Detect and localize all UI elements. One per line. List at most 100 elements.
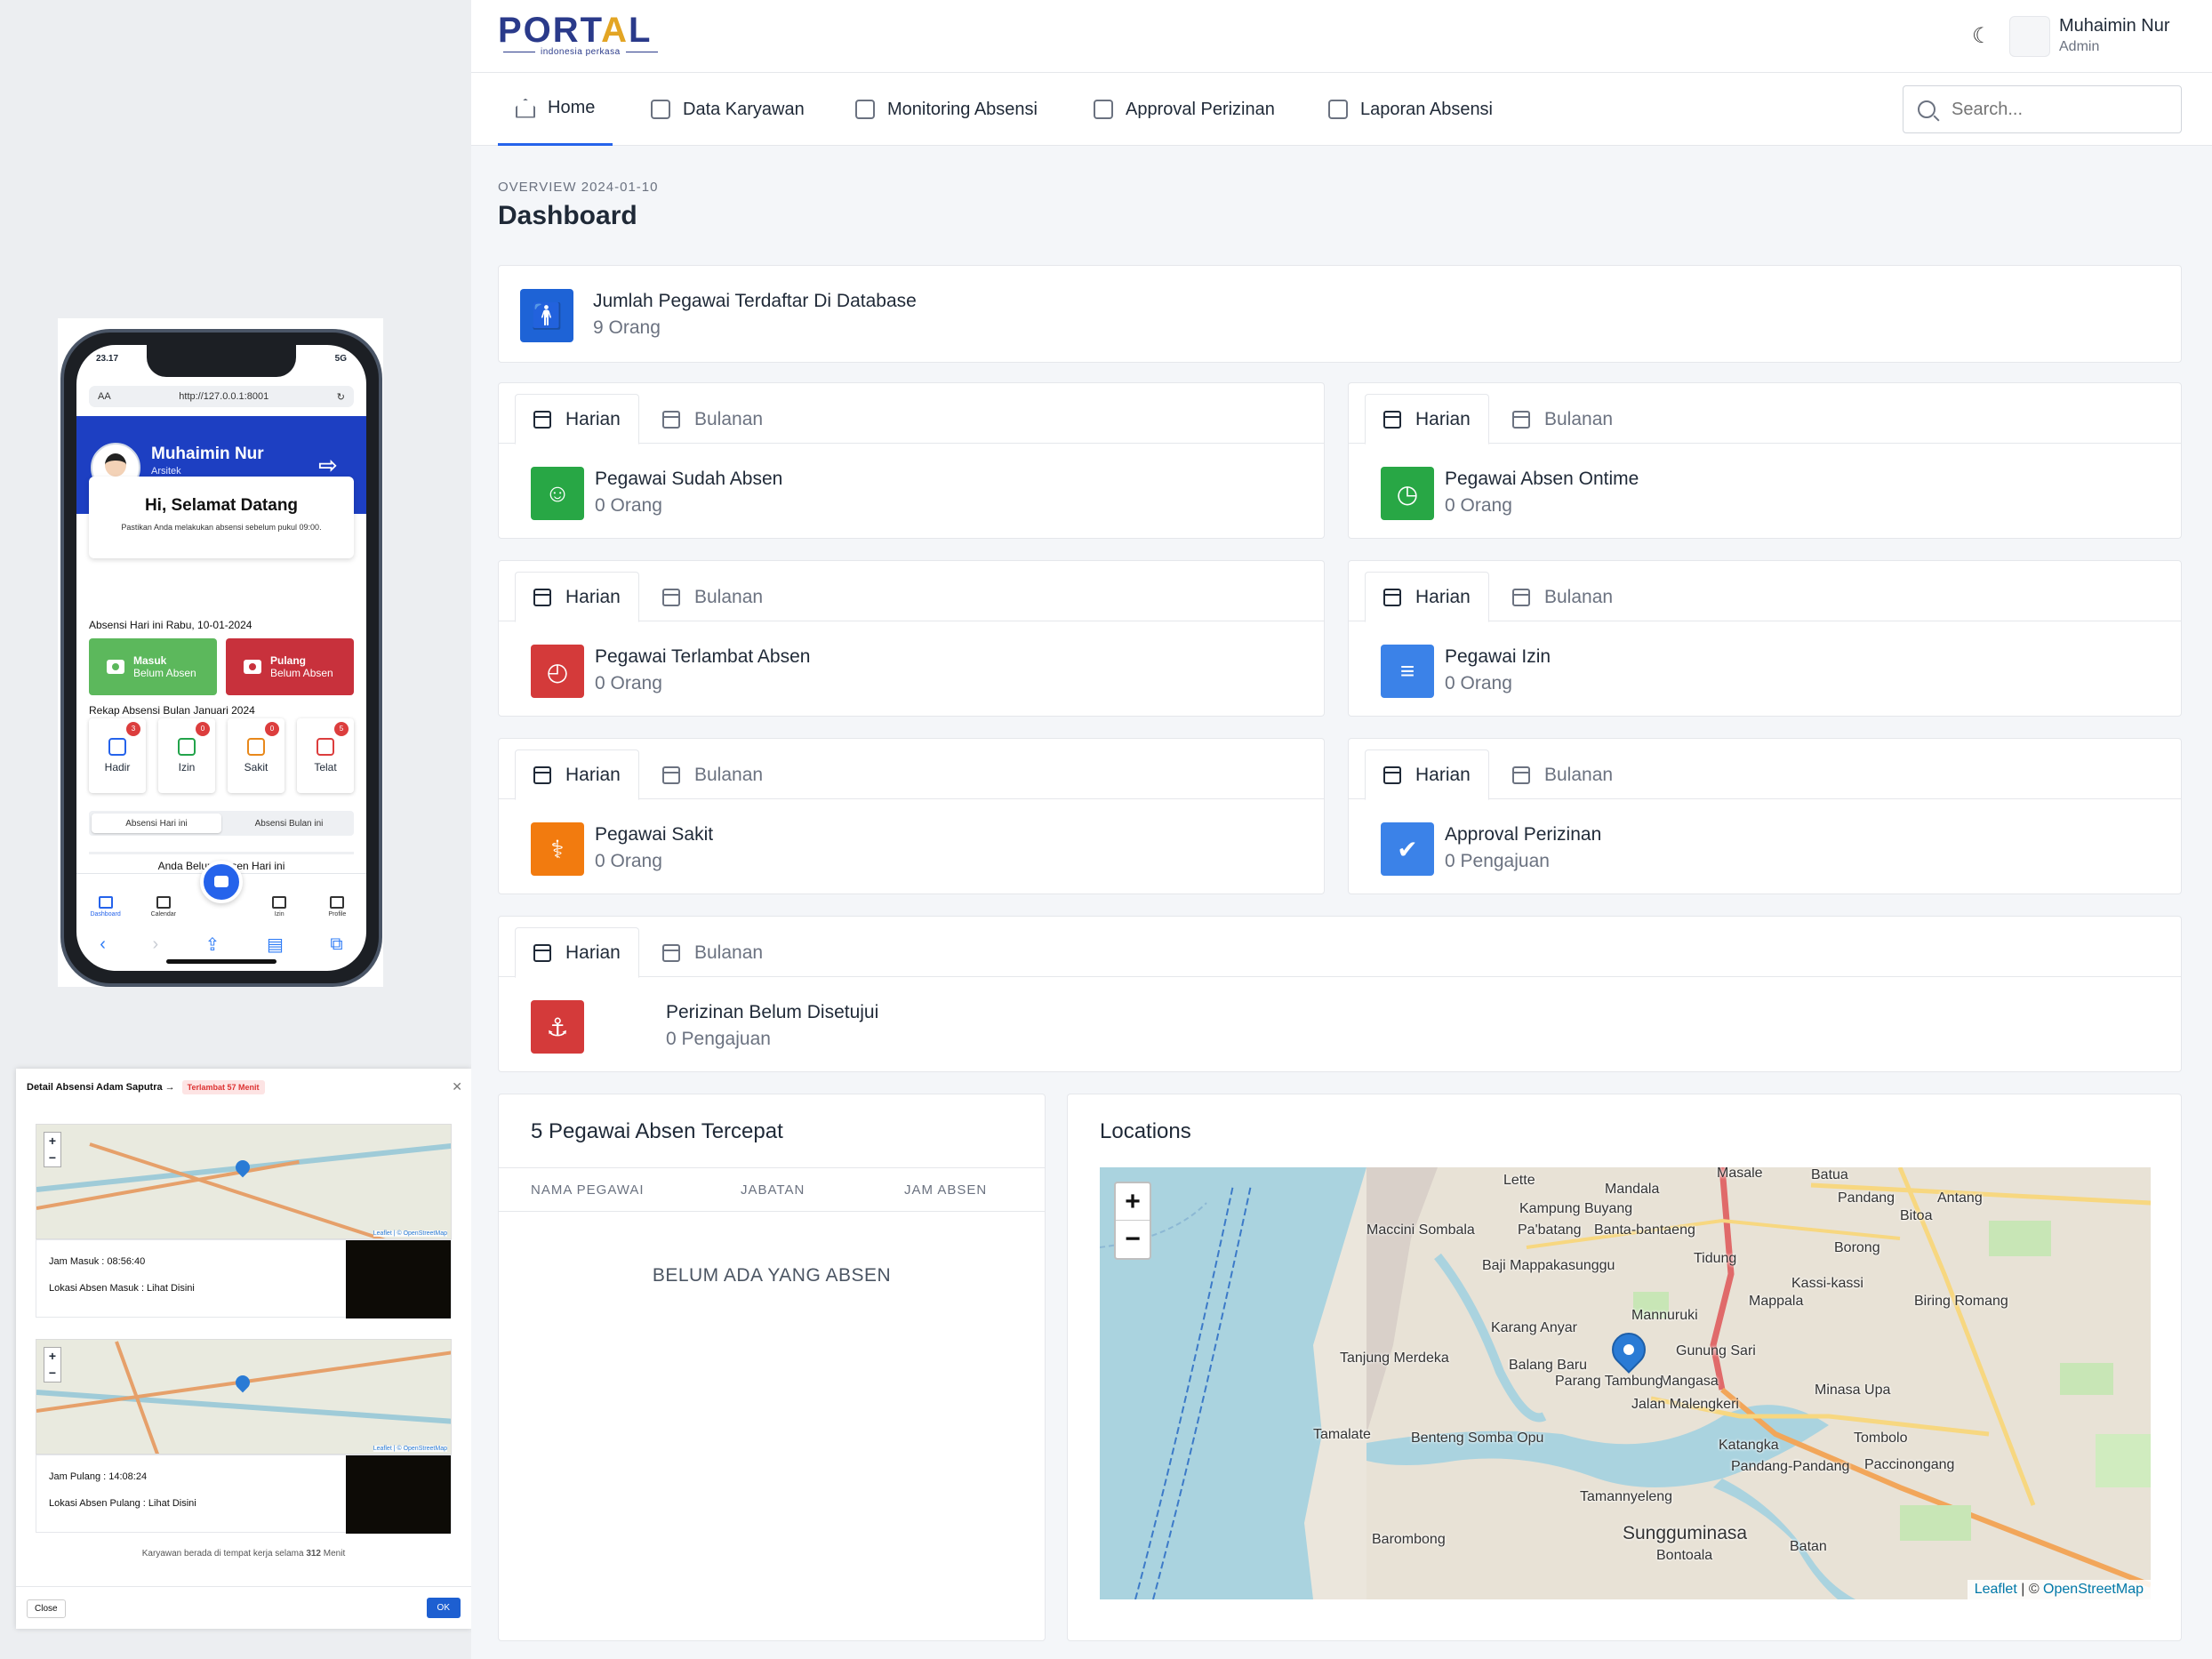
bookmarks-icon[interactable]: ▤ [267,934,284,956]
lokasi-masuk-link[interactable]: Lokasi Absen Masuk : Lihat Disini [49,1283,195,1294]
leaflet-link[interactable]: Leaflet [1975,1582,2017,1597]
close-button[interactable]: Close [27,1599,66,1618]
stethoscope-icon: ⚕ [531,822,584,876]
left-panel: 23.17 5G AA http://127.0.0.1:8001 ↻ Muha… [0,0,471,1659]
tab-bulanan[interactable]: Bulanan [645,927,781,978]
tab-harian[interactable]: Harian [515,749,639,800]
tab-label: Bulanan [1544,764,1614,785]
phone-user-role: Arsitek [151,466,181,477]
back-icon[interactable]: ‹ [100,934,106,955]
portal-logo[interactable]: PORTAL indonesia perkasa [498,11,663,57]
close-icon[interactable]: ✕ [452,1079,462,1094]
count-badge: 3 [126,722,140,736]
tab-bulanan[interactable]: Bulanan [645,394,781,445]
map-credit[interactable]: Leaflet | © OpenStreetMap [373,1230,447,1237]
tab-bulanan[interactable]: Bulanan [1495,749,1631,800]
column-header[interactable]: JABATAN [741,1182,805,1198]
tab-label: Harian [565,408,621,429]
phone-nav-profile[interactable]: Profile [315,896,359,918]
clock-check-icon: ◷ [1381,467,1434,520]
calendar-icon [1512,765,1530,784]
calendar-icon [1383,765,1401,784]
map-marker-icon[interactable] [232,1372,253,1393]
rekap-item-telat[interactable]: 5 Telat [297,718,354,793]
map-place-label: Tanjung Merdeka [1340,1350,1449,1366]
masuk-button[interactable]: Masuk Belum Absen [89,638,217,695]
search-box[interactable] [1903,85,2182,133]
column-header[interactable]: JAM ABSEN [904,1182,987,1198]
report-icon [1328,100,1348,119]
masuk-location-map[interactable]: + − Leaflet | © OpenStreetMap [36,1124,452,1239]
table-header: NAMA PEGAWAI JABATAN JAM ABSEN [499,1167,1045,1212]
tab-harian[interactable]: Harian [1365,394,1489,445]
welcome-subtitle: Pastikan Anda melakukan absensi sebelum … [121,523,322,532]
tabs-icon[interactable]: ⧉ [330,934,342,955]
stat-card: Harian Bulanan ≡ Pegawai Izin 0 Orang [1348,560,2182,717]
pulang-location-map[interactable]: + − Leaflet | © OpenStreetMap [36,1339,452,1455]
search-input[interactable] [1952,99,2165,120]
nav-data-karyawan[interactable]: Data Karyawan [633,73,822,146]
reload-icon[interactable]: ↻ [337,391,345,403]
nav-label: Data Karyawan [683,99,805,119]
osm-link[interactable]: OpenStreetMap [2043,1582,2144,1597]
rekap-item-sakit[interactable]: 0 Sakit [228,718,285,793]
nav-monitoring-absensi[interactable]: Monitoring Absensi [838,73,1055,146]
calendar-icon [662,588,680,606]
count-badge: 0 [265,722,279,736]
lokasi-pulang-link[interactable]: Lokasi Absen Pulang : Lihat Disini [49,1498,196,1509]
map-place-label: Kampung Buyang [1519,1201,1633,1216]
tab-bulanan[interactable]: Bulanan [645,572,781,622]
ok-button[interactable]: OK [426,1598,461,1618]
logout-icon[interactable]: ⇨ [318,452,350,478]
pulang-detail: Jam Pulang : 14:08:24 Lokasi Absen Pulan… [36,1455,452,1534]
rekap-item-izin[interactable]: 0 Izin [158,718,215,793]
map-zoom-control[interactable]: + − [44,1132,61,1167]
tab-bulanan[interactable]: Bulanan [1495,572,1631,622]
column-header[interactable]: NAMA PEGAWAI [531,1182,645,1198]
calendar-icon [662,410,680,429]
home-icon [98,896,113,909]
nav-approval-perizinan[interactable]: Approval Perizinan [1076,73,1293,146]
tab-absensi-hari-ini[interactable]: Absensi Hari ini [92,813,221,833]
masuk-status: Belum Absen [133,667,196,679]
stat-card: Harian Bulanan ✔ Approval Perizinan 0 Pengaj… [1348,738,2182,894]
zoom-in-button[interactable]: + [1116,1183,1150,1221]
user-name[interactable]: Muhaimin Nur [2059,16,2169,36]
tab-harian[interactable]: Harian [1365,572,1489,622]
tab-harian[interactable]: Harian [515,572,639,622]
tab-bulanan[interactable]: Bulanan [645,749,781,800]
tab-bulanan[interactable]: Bulanan [1495,394,1631,445]
zoom-out-button[interactable]: − [1116,1221,1150,1258]
home-indicator [166,959,276,964]
map-zoom-control[interactable]: + − [44,1347,61,1382]
phone-nav-calendar[interactable]: Calendar [141,896,186,918]
forward-icon[interactable]: › [152,934,158,955]
map-place-label: Jalan Malengkeri [1631,1397,1739,1412]
share-icon[interactable]: ⇪ [205,934,220,956]
locations-map[interactable]: Lette Mandala Masale Batua Pandang Antang Kamp… [1100,1167,2151,1599]
camera-fab-button[interactable] [200,861,243,903]
document-icon [272,896,287,909]
pulang-button[interactable]: Pulang Belum Absen [226,638,354,695]
nav-label: Approval Perizinan [1126,99,1275,119]
map-place-label: Tamalate [1313,1427,1371,1442]
map-place-label: Bitoa [1900,1208,1933,1223]
tab-harian[interactable]: Harian [1365,749,1489,800]
phone-nav-dashboard[interactable]: Dashboard [84,896,128,918]
url-text-size[interactable]: AA [98,391,111,402]
tab-harian[interactable]: Harian [515,394,639,445]
stat-value: 0 Orang [1445,673,1512,693]
moon-icon[interactable]: ☾ [1972,23,1997,48]
phone-nav-izin[interactable]: Izin [257,896,301,918]
avatar[interactable] [2009,16,2050,57]
nav-laporan-absensi[interactable]: Laporan Absensi [1310,73,1511,146]
nav-home[interactable]: Home [498,73,613,146]
tab-absensi-bulan-ini[interactable]: Absensi Bulan ini [224,811,354,836]
phone-url-bar[interactable]: AA http://127.0.0.1:8001 ↻ [89,386,354,407]
tab-label: Bulanan [694,586,764,607]
main-nav: Home Data Karyawan Monitoring Absensi Ap… [471,73,2212,146]
tab-harian[interactable]: Harian [515,927,639,978]
rekap-item-hadir[interactable]: 3 Hadir [89,718,146,793]
map-credit[interactable]: Leaflet | © OpenStreetMap [373,1446,447,1452]
phone-nav-label: Dashboard [90,911,121,918]
